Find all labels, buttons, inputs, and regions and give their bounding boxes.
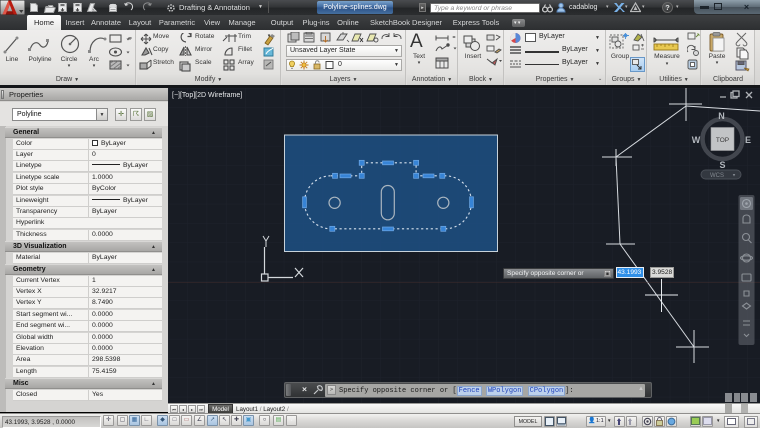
svg-text:TOP: TOP [716, 137, 729, 144]
svg-text:E: E [745, 135, 751, 145]
svg-text:WCS: WCS [710, 173, 724, 179]
svg-text:W: W [692, 135, 701, 145]
svg-text:[−][Top][2D Wireframe]: [−][Top][2D Wireframe] [172, 92, 242, 99]
svg-text:N: N [718, 111, 725, 121]
svg-text:S: S [719, 160, 725, 170]
